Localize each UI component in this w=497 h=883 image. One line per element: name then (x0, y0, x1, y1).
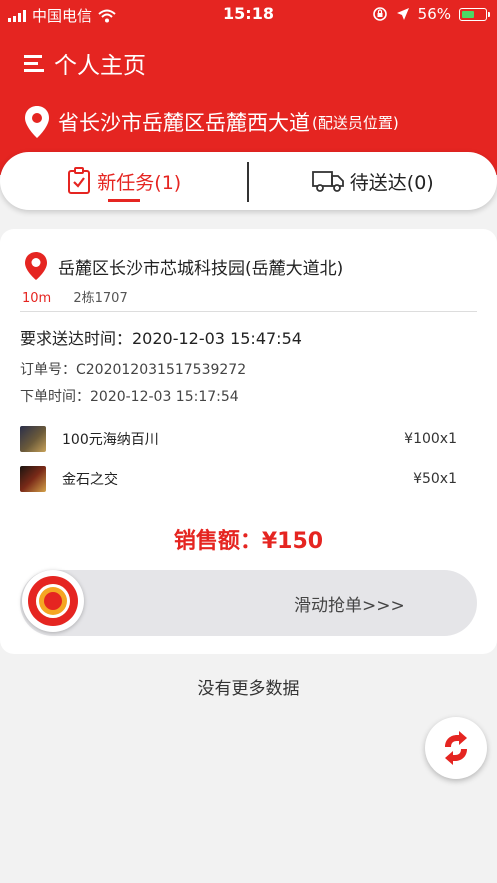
due-time: 要求送达时间：2020-12-03 15:47:54 (20, 329, 302, 348)
task-tabs: 新任务(1) 待送达(0) (0, 152, 497, 210)
order-time: 下单时间：2020-12-03 15:17:54 (20, 389, 239, 405)
no-more-data: 没有更多数据 (197, 679, 300, 699)
slider-handle[interactable] (22, 570, 84, 632)
product-thumbnail (20, 466, 46, 492)
order-number: 订单号：C202012031517539272 (20, 362, 247, 378)
location-arrow-icon (396, 8, 409, 20)
product-qty: ¥50x1 (413, 471, 457, 487)
page-header: 个人主页 (24, 46, 146, 80)
status-bar: 中国电信 15:18 56% (0, 0, 497, 28)
order-card[interactable]: 岳麓区长沙市芯城科技园(岳麓大道北) 10m 2栋1707 要求送达时间：202… (0, 229, 497, 654)
list-item: 金石之交 ¥50x1 (20, 465, 457, 493)
clipboard-check-icon (68, 167, 91, 194)
refresh-button[interactable] (425, 717, 487, 779)
pickup-address: 岳麓区长沙市芯城科技园(岳麓大道北) (58, 258, 344, 279)
tab-pending-delivery-label: 待送达(0) (349, 171, 434, 194)
product-qty: ¥100x1 (404, 431, 457, 447)
menu-icon[interactable] (24, 54, 44, 72)
product-thumbnail (20, 426, 46, 452)
divider (20, 311, 477, 312)
sales-amount: 销售额：¥150 (173, 529, 324, 554)
courier-location: 省长沙市岳麓区岳麓西大道 (配送员位置) (24, 105, 484, 139)
grab-order-slider[interactable]: 滑动抢单>>> (20, 570, 477, 636)
distance: 10m (22, 291, 52, 306)
tab-pending-delivery[interactable]: 待送达(0) (249, 152, 497, 210)
building: 2栋1707 (73, 291, 128, 306)
slider-label: 滑动抢单>>> (294, 596, 405, 616)
orientation-lock-icon (372, 7, 387, 21)
product-name: 金石之交 (62, 472, 118, 488)
product-name: 100元海纳百川 (62, 432, 159, 448)
pickup-location: 岳麓区长沙市芯城科技园(岳麓大道北) (24, 251, 343, 281)
tab-new-tasks[interactable]: 新任务(1) (0, 152, 249, 210)
courier-address: 省长沙市岳麓区岳麓西大道 (58, 111, 310, 135)
truck-icon (311, 171, 344, 192)
courier-location-note: (配送员位置) (312, 113, 399, 132)
battery-icon (459, 7, 490, 21)
page-title: 个人主页 (54, 53, 146, 79)
refresh-icon (445, 731, 467, 765)
active-tab-indicator (108, 199, 141, 202)
location-pin-icon (25, 106, 49, 138)
tab-new-tasks-label: 新任务(1) (97, 171, 182, 194)
location-pin-icon (25, 252, 47, 280)
distance-row: 10m 2栋1707 (22, 287, 128, 306)
battery-percent: 56% (417, 5, 451, 23)
list-item: 100元海纳百川 ¥100x1 (20, 425, 457, 453)
